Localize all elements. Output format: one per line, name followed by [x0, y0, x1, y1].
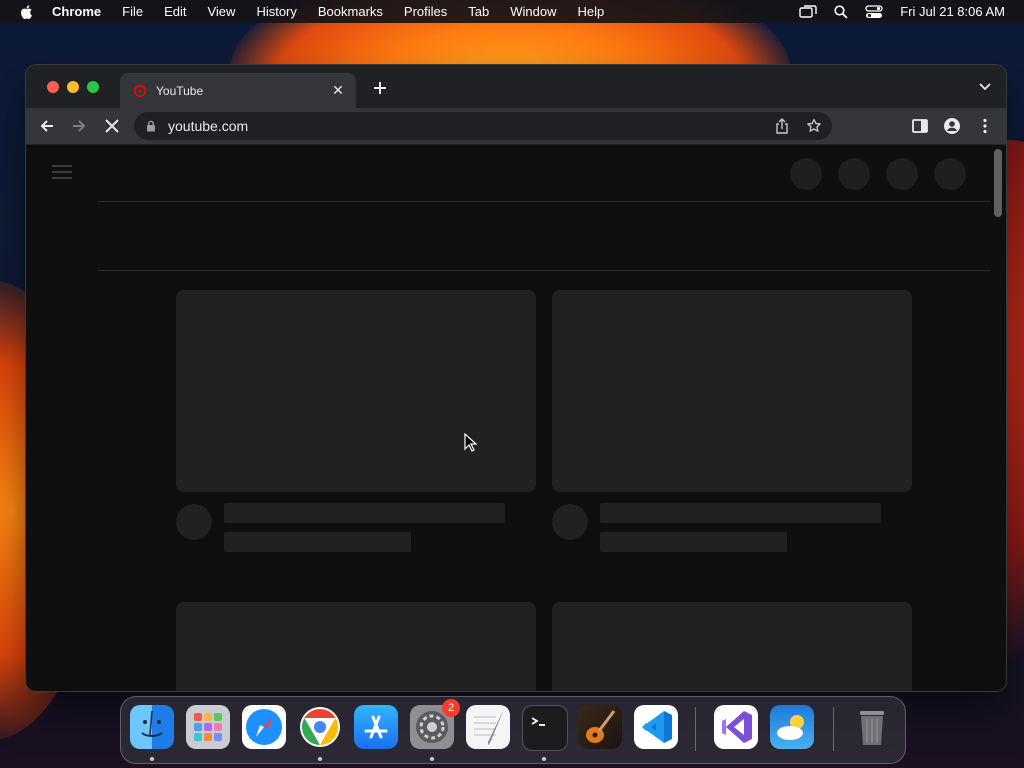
menu-tab[interactable]: Tab: [468, 4, 489, 19]
menu-edit[interactable]: Edit: [164, 4, 186, 19]
scrollbar[interactable]: [994, 149, 1002, 217]
meta-skeleton: [600, 532, 787, 552]
tab-title: YouTube: [156, 83, 204, 98]
tab-search-chevron-icon[interactable]: [978, 82, 992, 92]
dock-separator: [695, 707, 696, 751]
dock: 2: [120, 696, 906, 764]
dock-trash[interactable]: [850, 705, 894, 749]
browser-toolbar: youtube.com: [26, 108, 1006, 145]
menu-bar-clock[interactable]: Fri Jul 21 8:06 AM: [900, 4, 1005, 19]
menu-app-name[interactable]: Chrome: [52, 4, 101, 19]
address-bar[interactable]: youtube.com: [134, 112, 832, 140]
header-skeleton-circle: [886, 158, 918, 190]
dock-system-settings[interactable]: 2: [410, 699, 460, 749]
menu-window[interactable]: Window: [510, 4, 556, 19]
dock-vscode[interactable]: [634, 705, 678, 749]
weather-cloud-icon: [777, 715, 804, 740]
divider: [98, 201, 991, 202]
more-menu-icon[interactable]: [976, 117, 994, 135]
vscode-icon: [642, 711, 672, 743]
bookmark-star-icon[interactable]: [806, 118, 822, 134]
hamburger-menu-icon[interactable]: [52, 165, 72, 181]
close-window-button[interactable]: [47, 81, 59, 93]
mouse-cursor-icon: [464, 433, 478, 452]
url-text[interactable]: youtube.com: [168, 118, 248, 134]
safari-compass-icon: [246, 709, 282, 745]
menu-bookmarks[interactable]: Bookmarks: [318, 4, 383, 19]
running-indicator: [542, 757, 546, 761]
header-skeleton-circle: [934, 158, 966, 190]
menu-bar-status: Fri Jul 21 8:06 AM: [782, 0, 1005, 23]
terminal-prompt-icon: [531, 717, 545, 726]
finder-icon: [141, 710, 163, 737]
dock-garageband[interactable]: [578, 705, 622, 749]
guitar-icon: [586, 710, 616, 743]
screen-mirroring-icon[interactable]: [799, 4, 817, 19]
dock-visual-studio[interactable]: [714, 705, 758, 749]
dock-terminal[interactable]: [522, 705, 568, 751]
control-center-icon[interactable]: [865, 4, 883, 19]
dock-separator: [833, 707, 834, 751]
spotlight-search-icon[interactable]: [834, 4, 848, 19]
lock-icon[interactable]: [146, 120, 156, 132]
side-panel-icon[interactable]: [911, 117, 929, 135]
dock-launchpad[interactable]: [186, 705, 230, 749]
close-tab-icon[interactable]: ✕: [330, 82, 346, 98]
dock-weather[interactable]: [770, 705, 814, 749]
tab-strip: YouTube ✕: [26, 65, 1006, 108]
running-indicator: [318, 757, 322, 761]
running-indicator: [430, 757, 434, 761]
title-skeleton: [600, 503, 881, 523]
header-skeleton-circle: [838, 158, 870, 190]
profile-icon[interactable]: [943, 117, 961, 135]
video-thumbnail-skeleton: [552, 290, 912, 492]
stop-loading-icon[interactable]: [103, 117, 121, 135]
menu-help[interactable]: Help: [578, 4, 605, 19]
running-indicator: [150, 757, 154, 761]
page-content: [26, 145, 1006, 691]
new-tab-icon[interactable]: [371, 79, 389, 97]
dock-chrome[interactable]: [298, 705, 342, 749]
video-thumbnail-skeleton: [176, 602, 536, 691]
notification-badge: 2: [442, 699, 460, 717]
apple-icon[interactable]: [18, 3, 36, 21]
dock-safari[interactable]: [242, 705, 286, 749]
share-icon[interactable]: [775, 118, 789, 134]
video-thumbnail-skeleton: [552, 602, 912, 691]
forward-arrow-icon[interactable]: [70, 117, 88, 135]
menu-history[interactable]: History: [256, 4, 296, 19]
visual-studio-icon: [722, 711, 752, 743]
dock-finder[interactable]: [130, 705, 174, 749]
browser-window: YouTube ✕ youtube.com: [26, 65, 1006, 691]
chrome-icon: [300, 707, 340, 747]
zoom-window-button[interactable]: [87, 81, 99, 93]
meta-skeleton: [224, 532, 411, 552]
menu-bar: Chrome File Edit View History Bookmarks …: [0, 0, 1024, 23]
tab-youtube[interactable]: YouTube ✕: [120, 73, 356, 108]
channel-avatar-skeleton: [176, 504, 212, 540]
trash-icon: [860, 711, 884, 745]
textedit-pen-icon: [474, 709, 504, 745]
app-store-icon: [364, 715, 388, 739]
back-arrow-icon[interactable]: [38, 117, 56, 135]
title-skeleton: [224, 503, 505, 523]
video-thumbnail-skeleton: [176, 290, 536, 492]
youtube-favicon-icon: [134, 84, 146, 97]
menu-view[interactable]: View: [207, 4, 235, 19]
dock-textedit[interactable]: [466, 705, 510, 749]
channel-avatar-skeleton: [552, 504, 588, 540]
divider: [98, 270, 991, 271]
header-skeleton-circle: [790, 158, 822, 190]
dock-app-store[interactable]: [354, 705, 398, 749]
launchpad-grid-icon: [194, 713, 222, 741]
menu-file[interactable]: File: [122, 4, 143, 19]
minimize-window-button[interactable]: [67, 81, 79, 93]
menu-profiles[interactable]: Profiles: [404, 4, 447, 19]
